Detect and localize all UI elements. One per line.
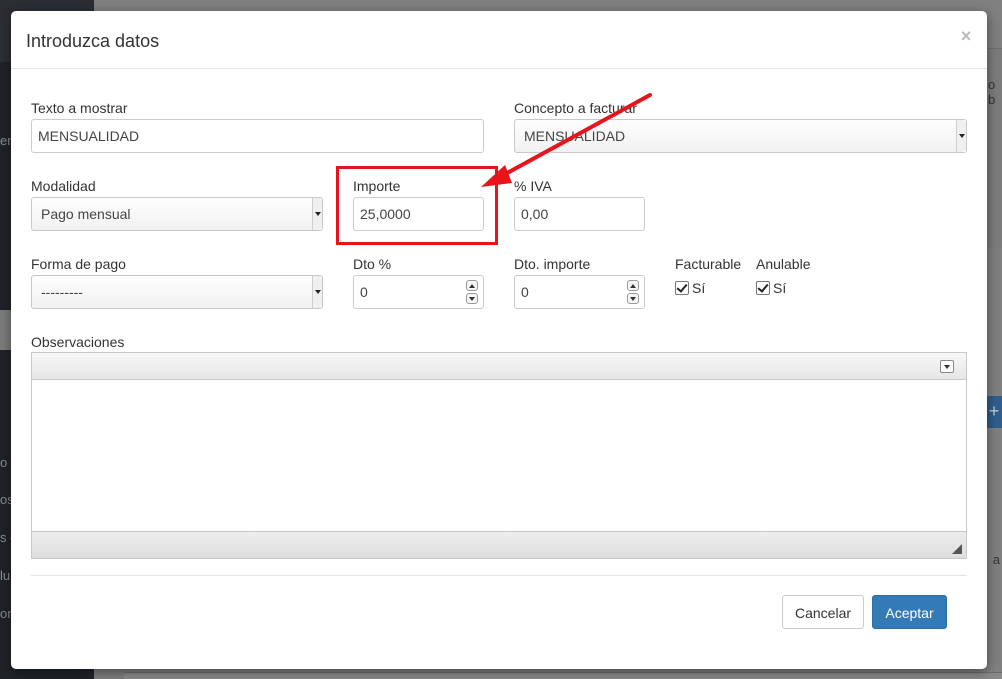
dto-importe-label: Dto. importe	[514, 256, 591, 272]
forma-pago-label: Forma de pago	[31, 256, 126, 272]
background-sidebar-text: or	[0, 606, 12, 621]
chevron-down-icon[interactable]	[466, 293, 478, 304]
texto-mostrar-input[interactable]	[31, 119, 484, 153]
dto-pct-label: Dto %	[353, 256, 392, 272]
background-add-button: +	[986, 396, 1002, 428]
close-icon[interactable]: ×	[959, 25, 973, 47]
importe-highlight-box	[336, 166, 498, 245]
toolbar-toggle-icon[interactable]	[940, 360, 954, 373]
background-sidebar-text: er	[0, 133, 12, 148]
facturable-checkbox-group[interactable]: Sí	[675, 279, 705, 297]
background-right-text: a	[992, 552, 1000, 567]
forma-pago-value: ---------	[41, 284, 83, 300]
chevron-down-icon	[312, 276, 322, 308]
dto-importe-value: 0	[521, 284, 529, 300]
facturable-label: Facturable	[675, 256, 742, 272]
chevron-up-icon[interactable]	[627, 280, 639, 291]
modalidad-value: Pago mensual	[41, 206, 131, 222]
dto-importe-input[interactable]: 0	[514, 275, 645, 309]
modal-header: Introduzca datos ×	[11, 11, 987, 69]
background-sidebar-text: lu	[0, 568, 11, 583]
facturable-check-label: Sí	[692, 280, 706, 296]
data-entry-modal: Introduzca datos × Texto a mostrar Conce…	[11, 11, 987, 669]
observaciones-textarea[interactable]	[32, 381, 966, 531]
chevron-down-icon	[956, 120, 966, 152]
chevron-down-icon	[312, 198, 322, 230]
iva-input[interactable]	[514, 197, 645, 231]
observaciones-label: Observaciones	[31, 334, 125, 350]
background-sidebar-text: o	[0, 455, 8, 470]
observaciones-editor	[31, 352, 967, 559]
iva-label: % IVA	[514, 178, 552, 194]
footer-divider	[31, 575, 967, 576]
accept-button[interactable]: Aceptar	[872, 595, 947, 629]
background-right-panel: o b	[986, 48, 1002, 248]
dto-importe-stepper[interactable]	[627, 280, 639, 304]
texto-mostrar-label: Texto a mostrar	[31, 100, 128, 116]
anulable-label: Anulable	[756, 256, 811, 272]
anulable-checkbox[interactable]	[756, 281, 770, 295]
resize-handle-icon[interactable]	[952, 544, 962, 554]
anulable-checkbox-group[interactable]: Sí	[756, 279, 786, 297]
anulable-check-label: Sí	[773, 280, 787, 296]
background-right-text: o b	[988, 77, 996, 107]
concepto-facturar-label: Concepto a facturar	[514, 100, 637, 116]
chevron-down-icon[interactable]	[627, 293, 639, 304]
background-footer	[124, 672, 1002, 679]
concepto-facturar-select[interactable]: MENSUALIDAD	[514, 119, 967, 153]
editor-toolbar	[32, 353, 966, 380]
concepto-facturar-value: MENSUALIDAD	[524, 128, 626, 144]
dto-pct-value: 0	[360, 284, 368, 300]
modal-title: Introduzca datos	[26, 31, 160, 51]
modalidad-label: Modalidad	[31, 178, 96, 194]
dto-pct-stepper[interactable]	[466, 280, 478, 304]
editor-statusbar	[32, 531, 966, 558]
facturable-checkbox[interactable]	[675, 281, 689, 295]
forma-pago-select[interactable]: ---------	[31, 275, 323, 309]
dto-pct-input[interactable]: 0	[353, 275, 484, 309]
cancel-button[interactable]: Cancelar	[782, 595, 864, 629]
modalidad-select[interactable]: Pago mensual	[31, 197, 323, 231]
chevron-up-icon[interactable]	[466, 280, 478, 291]
